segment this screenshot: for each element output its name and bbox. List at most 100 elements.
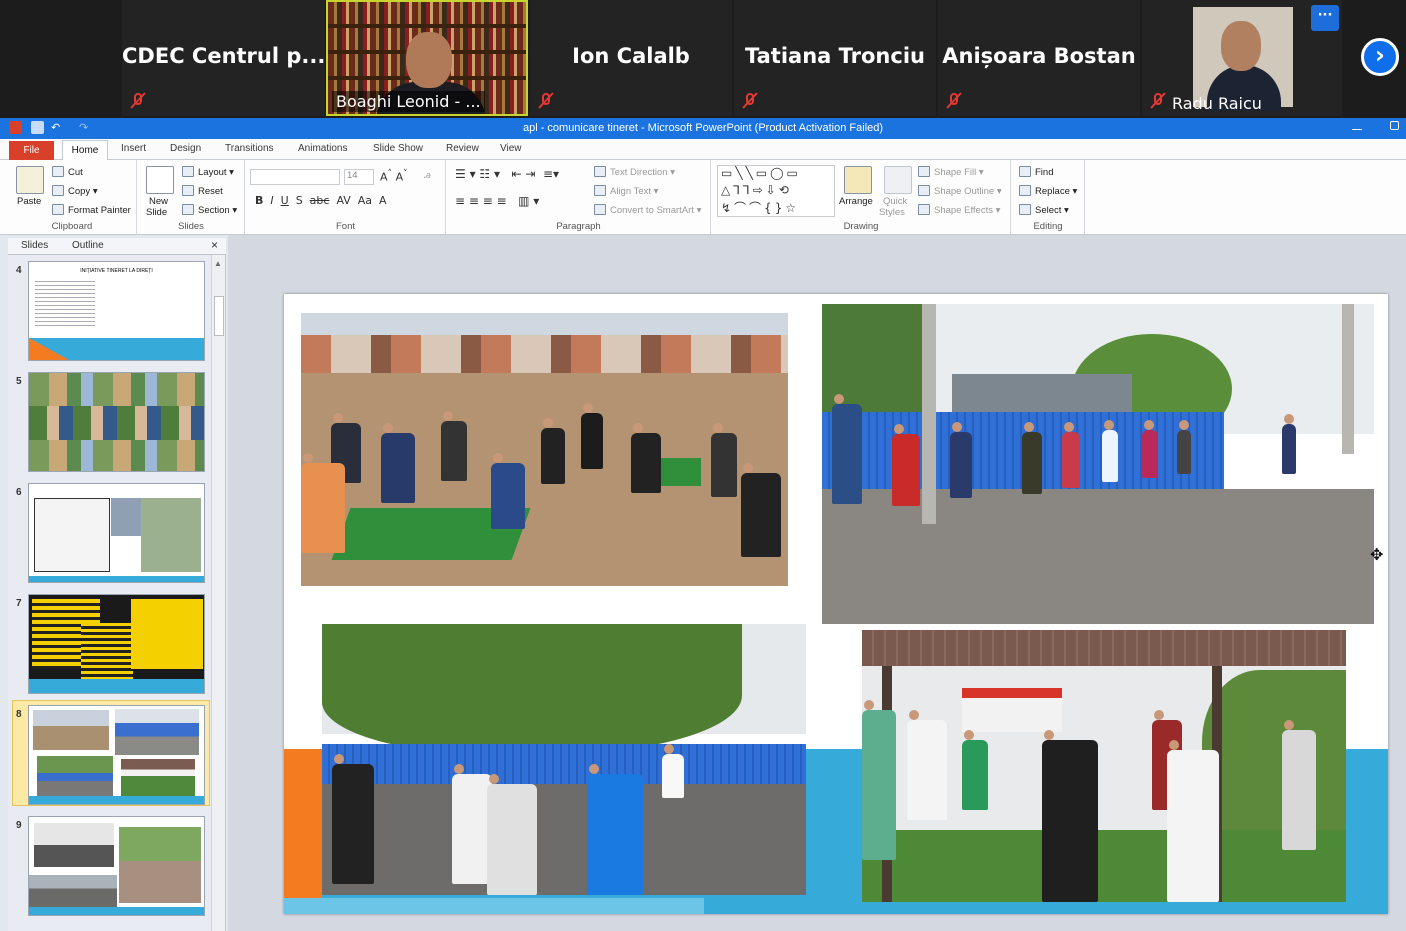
list-icons[interactable]: ☰ ▾ ☷ ▾ ⇤ ⇥ ≡▾ xyxy=(455,167,559,181)
window-title: apl - comunicare tineret - Microsoft Pow… xyxy=(522,122,884,134)
photo-street-fence xyxy=(822,304,1374,624)
participant-tile[interactable]: CDEC Centrul p... xyxy=(122,0,325,116)
title-bar: ↶ ↷ apl - comunicare tineret - Microsoft… xyxy=(0,118,1406,139)
binoculars-icon xyxy=(1019,166,1031,177)
participant-tile[interactable]: Anișoara Bostan xyxy=(938,0,1140,116)
participant-tile[interactable]: Ion Calalb xyxy=(530,0,732,116)
arrange-button[interactable]: Arrange xyxy=(839,196,873,207)
paragraph-group: ☰ ▾ ☷ ▾ ⇤ ⇥ ≡▾ ≡ ≡ ≡ ≡ ▥ ▾ Text Directio… xyxy=(447,160,711,234)
pen-icon xyxy=(918,185,930,196)
participant-video xyxy=(1193,7,1293,111)
participant-tile-active[interactable]: Boaghi Leonid - ... xyxy=(326,0,528,116)
font-size-select[interactable]: 14 xyxy=(344,169,374,185)
participant-name: CDEC Centrul p... xyxy=(122,44,325,68)
paste-icon[interactable] xyxy=(16,166,44,194)
convert-smartart-button[interactable]: Convert to SmartArt ▾ xyxy=(594,204,701,216)
tab-design[interactable]: Design xyxy=(170,143,201,154)
shape-fill-button[interactable]: Shape Fill ▾ xyxy=(918,166,984,178)
font-family-select[interactable] xyxy=(250,169,340,185)
select-button[interactable]: Select ▾ xyxy=(1019,204,1069,216)
tab-view[interactable]: View xyxy=(500,143,522,154)
ribbon: Paste Cut Copy ▾ Format Painter Clipboar… xyxy=(0,160,1406,235)
group-label: Editing xyxy=(1033,221,1063,232)
arrange-icon[interactable] xyxy=(844,166,872,194)
drawing-group: ▭╲╲▭◯▭ △⅂⅂⇨⇩⟲ ↯⌒⌒{}☆ Arrange Quick Style… xyxy=(712,160,1011,234)
tab-review[interactable]: Review xyxy=(446,143,479,154)
layout-button[interactable]: Layout ▾ xyxy=(182,166,234,178)
quick-styles-icon[interactable] xyxy=(884,166,912,194)
thumbnail-image xyxy=(28,372,205,472)
tab-file[interactable]: File xyxy=(9,141,54,160)
close-panel-icon[interactable]: × xyxy=(211,238,218,252)
photo-gazebo-meeting xyxy=(862,630,1346,902)
copy-button[interactable]: Copy ▾ xyxy=(52,185,98,197)
speaker-face xyxy=(406,32,452,88)
thumbnail-image xyxy=(28,483,205,583)
cursor-icon xyxy=(1019,204,1031,215)
clear-format-icon[interactable]: ꭿ xyxy=(424,168,431,182)
group-label: Drawing xyxy=(843,221,879,232)
mic-muted-icon xyxy=(1150,92,1166,109)
tab-insert[interactable]: Insert xyxy=(121,143,146,154)
font-group: 14 A˄ A˅ ꭿ B I U S abc AV Aa A Font xyxy=(246,160,446,234)
tab-slides[interactable]: Slides xyxy=(21,240,48,251)
panel-tabs: Slides Outline × xyxy=(8,238,226,255)
scroll-thumb[interactable] xyxy=(214,296,224,336)
grow-font-icon[interactable]: A˄ A˅ xyxy=(380,168,408,184)
scroll-up-icon[interactable]: ▲ xyxy=(214,259,222,268)
quick-styles-label[interactable]: Quick xyxy=(883,196,907,207)
more-options-button[interactable]: ··· xyxy=(1311,5,1339,31)
slide-canvas[interactable] xyxy=(284,294,1388,914)
paste-button[interactable]: Paste xyxy=(17,196,41,207)
tab-transitions[interactable]: Transitions xyxy=(225,143,274,154)
participant-strip: CDEC Centrul p... Boaghi Leonid - ... Io… xyxy=(0,0,1406,118)
participant-tile[interactable]: Tatiana Tronciu xyxy=(734,0,936,116)
mic-muted-icon xyxy=(946,92,962,109)
mic-muted-icon xyxy=(742,92,758,109)
shapes-row-1: ▭╲╲▭◯▭ xyxy=(721,166,801,180)
clipboard-group: Paste Cut Copy ▾ Format Painter Clipboar… xyxy=(8,160,137,234)
shapes-gallery[interactable]: ▭╲╲▭◯▭ △⅂⅂⇨⇩⟲ ↯⌒⌒{}☆ xyxy=(717,165,835,217)
tab-home[interactable]: Home xyxy=(62,140,108,161)
new-slide-label[interactable]: New xyxy=(149,196,168,207)
replace-button[interactable]: Replace ▾ xyxy=(1019,185,1077,197)
tab-outline[interactable]: Outline xyxy=(72,240,104,251)
quick-styles-label-2[interactable]: Styles xyxy=(879,207,905,218)
shape-outline-button[interactable]: Shape Outline ▾ xyxy=(918,185,1002,197)
replace-icon xyxy=(1019,185,1031,196)
align-icons[interactable]: ≡ ≡ ≡ ≡ ▥ ▾ xyxy=(455,194,539,208)
shapes-row-2: △⅂⅂⇨⇩⟲ xyxy=(721,183,792,197)
mic-muted-icon xyxy=(130,92,146,109)
align-text-button[interactable]: Align Text ▾ xyxy=(594,185,658,197)
participant-name: Anișoara Bostan xyxy=(942,44,1136,68)
cut-button[interactable]: Cut xyxy=(52,166,83,178)
move-cursor-icon: ✥ xyxy=(1370,545,1384,564)
smartart-icon xyxy=(594,204,606,215)
light-band xyxy=(284,898,704,914)
panel-scrollbar[interactable]: ▲ xyxy=(211,255,225,931)
find-button[interactable]: Find xyxy=(1019,166,1053,178)
section-button[interactable]: Section ▾ xyxy=(182,204,237,216)
scissors-icon xyxy=(52,166,64,177)
slide-editor: ✥ xyxy=(228,235,1406,931)
participant-label: Boaghi Leonid - ... xyxy=(332,91,485,112)
format-painter-button[interactable]: Format Painter xyxy=(52,204,131,216)
group-label: Clipboard xyxy=(51,221,93,232)
tab-slide-show[interactable]: Slide Show xyxy=(373,143,423,154)
new-slide-label-2[interactable]: Slide xyxy=(146,207,167,218)
text-format-icons[interactable]: B I U S abc AV Aa A xyxy=(255,194,387,207)
tab-animations[interactable]: Animations xyxy=(298,143,347,154)
participant-label: Radu Raicu xyxy=(1172,94,1262,113)
next-page-button[interactable]: › xyxy=(1361,38,1399,76)
slides-group: New Slide Layout ▾ Reset Section ▾ Slide… xyxy=(138,160,245,234)
orange-accent xyxy=(284,749,322,914)
reset-button[interactable]: Reset xyxy=(182,185,223,197)
text-direction-button[interactable]: Text Direction ▾ xyxy=(594,166,675,178)
minimize-icon[interactable] xyxy=(1352,129,1362,130)
new-slide-icon[interactable] xyxy=(146,166,174,194)
maximize-icon[interactable] xyxy=(1390,121,1399,130)
shape-effects-button[interactable]: Shape Effects ▾ xyxy=(918,204,1000,216)
participant-name: Ion Calalb xyxy=(572,44,690,68)
participant-name: Tatiana Tronciu xyxy=(745,44,925,68)
section-icon xyxy=(182,204,194,215)
